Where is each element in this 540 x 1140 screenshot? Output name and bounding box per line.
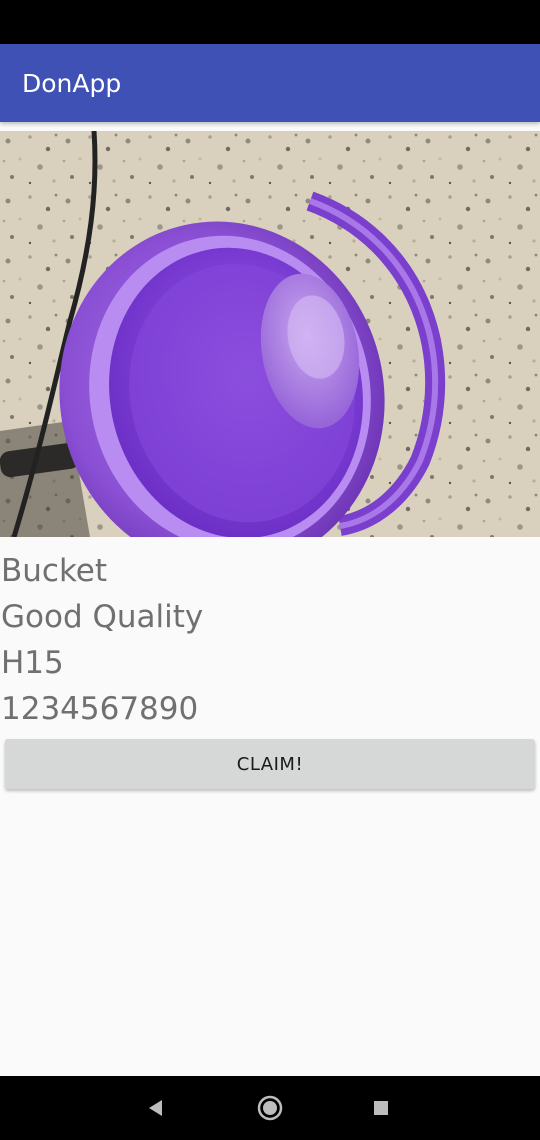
status-bar	[0, 0, 540, 44]
system-nav-bar	[0, 1076, 540, 1140]
item-photo	[0, 131, 540, 537]
back-button[interactable]	[126, 1076, 186, 1140]
claim-button[interactable]: CLAIM!	[5, 739, 535, 789]
recents-square-icon	[374, 1101, 388, 1115]
app-title: DonApp	[22, 69, 122, 98]
screen: DonApp Bucket Good Quality H15 123456789…	[0, 0, 540, 1140]
item-location: H15	[1, 645, 64, 681]
back-triangle-icon	[149, 1100, 162, 1116]
item-details: Bucket Good Quality H15 1234567890	[1, 548, 203, 732]
item-name: Bucket	[1, 553, 108, 589]
home-button[interactable]	[240, 1076, 300, 1140]
app-bar: DonApp	[0, 44, 540, 122]
recents-button[interactable]	[351, 1076, 411, 1140]
item-description: Good Quality	[1, 599, 204, 635]
item-phone: 1234567890	[1, 691, 199, 727]
home-circle-icon	[257, 1095, 283, 1121]
